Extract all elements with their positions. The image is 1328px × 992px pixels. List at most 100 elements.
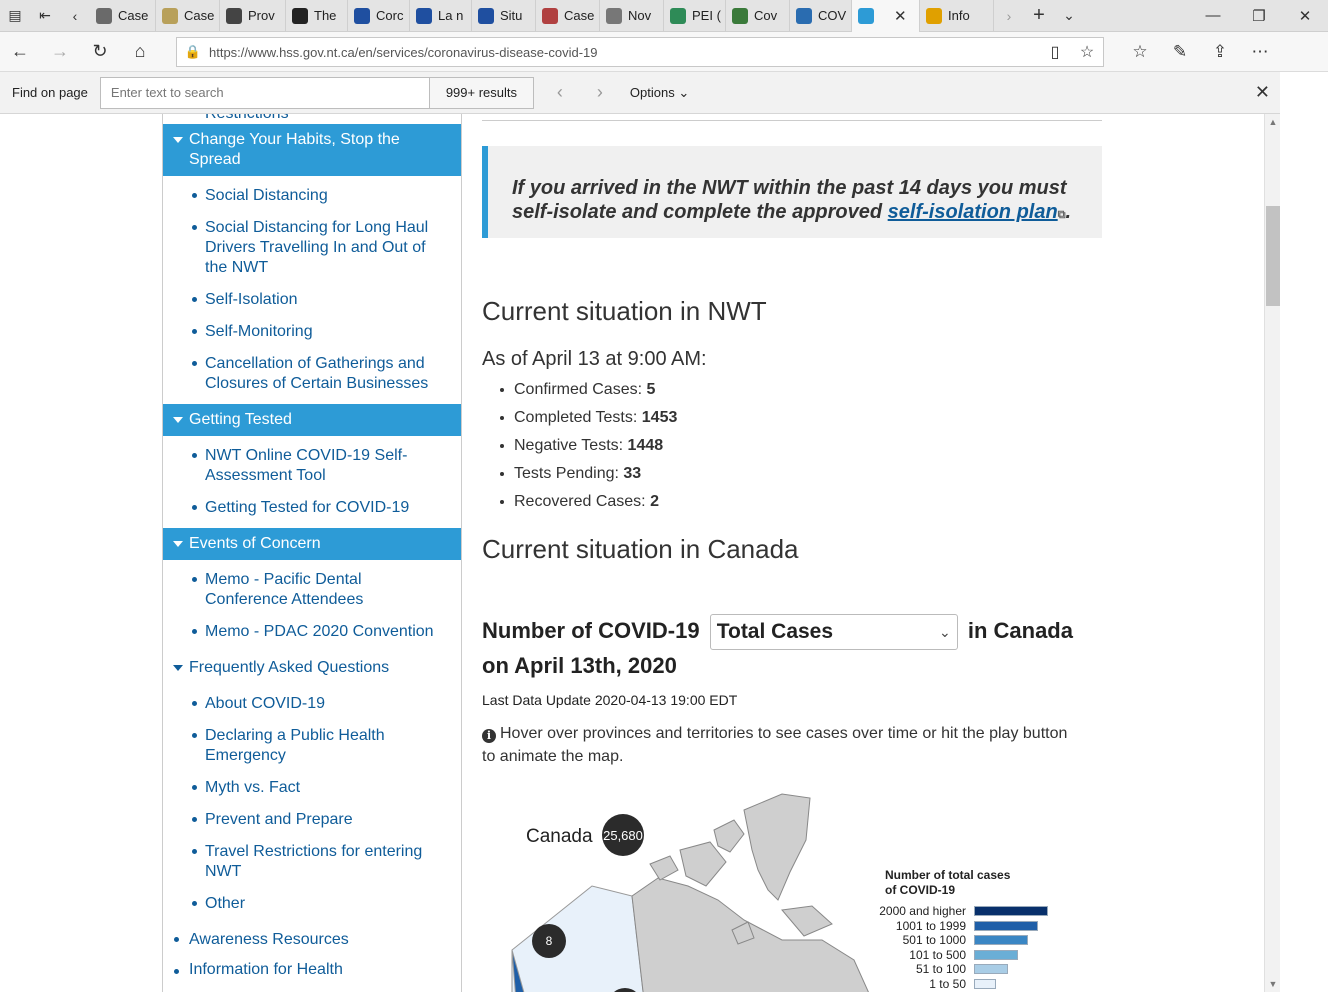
browser-tab[interactable]: ✕ (852, 0, 920, 32)
legend-row: 101 to 500 (878, 948, 1078, 963)
sidebar-item[interactable]: Cancellation of Gatherings and Closures … (163, 348, 461, 400)
tab-favicon-icon (226, 7, 242, 24)
stat-label: Negative Tests: (514, 437, 628, 454)
pen-notes-icon[interactable]: ✎ (1160, 32, 1200, 72)
sidebar-item-awareness-resources[interactable]: Awareness Resources (163, 924, 461, 956)
stat-label: Recovered Cases: (514, 493, 651, 510)
browser-tab[interactable]: PEI ( (664, 0, 726, 32)
scrollbar-thumb[interactable] (1266, 206, 1280, 306)
url-text[interactable]: https://www.hss.gov.nt.ca/en/services/co… (209, 45, 1039, 60)
legend-row: 1 to 50 (878, 977, 1078, 992)
browser-tab[interactable]: Case (156, 0, 220, 32)
browser-tab[interactable]: The (286, 0, 348, 32)
legend-swatch (974, 935, 1028, 946)
browser-tab[interactable]: La n (410, 0, 472, 32)
find-options-button[interactable]: Options ⌄ (630, 85, 689, 101)
sidebar-item[interactable]: Social Distancing (163, 180, 461, 212)
legend-label: 1001 to 1999 (895, 918, 966, 933)
tab-favicon-icon (926, 7, 942, 24)
more-menu-icon[interactable]: ⋯ (1240, 32, 1280, 72)
legend-title: Number of total cases of COVID-19 (885, 868, 1011, 897)
tab-label: Prov (248, 8, 275, 23)
stat-value: 5 (646, 381, 656, 398)
tab-favicon-icon (670, 7, 686, 24)
nwt-heading: Current situation in NWT (482, 296, 767, 326)
browser-tab[interactable]: Prov (220, 0, 286, 32)
address-field[interactable]: 🔒 https://www.hss.gov.nt.ca/en/services/… (176, 37, 1104, 67)
browser-tab[interactable]: Cov (726, 0, 790, 32)
tab-preview-toggle-icon[interactable]: ⌄ (1054, 0, 1084, 32)
sidebar-item[interactable]: Myth vs. Fact (163, 772, 461, 804)
refresh-icon[interactable]: ↻ (80, 32, 120, 72)
map-legend: Number of total cases of COVID-19 2000 a… (878, 868, 1078, 991)
tab-favicon-icon (162, 7, 178, 24)
sidebar-item[interactable]: Memo - PDAC 2020 Convention (163, 616, 461, 648)
set-tabs-aside-icon[interactable]: ⇤ (30, 0, 60, 32)
share-icon[interactable]: ⇪ (1200, 32, 1240, 72)
sidebar-section-header[interactable]: Change Your Habits, Stop the Spread (163, 124, 461, 176)
sidebar-item-clipped-top[interactable]: Restrictions (163, 114, 461, 124)
browser-tab[interactable]: Info (920, 0, 994, 32)
favorite-star-icon[interactable]: ☆ (1071, 42, 1103, 62)
sidebar-item[interactable]: Prevent and Prepare (163, 804, 461, 836)
stat-label: Tests Pending: (514, 465, 624, 482)
sidebar-sublist: NWT Online COVID-19 Self-Assessment Tool… (163, 436, 461, 528)
browser-tab[interactable]: Case (90, 0, 156, 32)
browser-tab[interactable]: COV (790, 0, 852, 32)
minimize-icon[interactable]: — (1190, 0, 1236, 32)
canada-cases-map[interactable]: Canada 25,680 8 Number of total cases of… (482, 790, 1082, 992)
page-scrollbar[interactable]: ▲ ▼ (1264, 114, 1280, 992)
case-type-selected[interactable]: Total Cases (717, 616, 833, 648)
sidebar-item[interactable]: Self-Isolation (163, 284, 461, 316)
scroll-down-arrow-icon[interactable]: ▼ (1265, 976, 1281, 992)
sidebar-item[interactable]: NWT Online COVID-19 Self-Assessment Tool (163, 440, 461, 492)
find-search-input[interactable]: Enter text to search (99, 76, 430, 109)
find-options-label: Options (629, 84, 675, 100)
scroll-up-arrow-icon[interactable]: ▲ (1265, 114, 1281, 130)
sidebar-item[interactable]: About COVID-19 (163, 688, 461, 720)
sidebar-item[interactable]: Memo - Pacific Dental Conference Attende… (163, 564, 461, 616)
find-close-icon[interactable]: ✕ (1255, 82, 1270, 103)
browser-tab[interactable]: Case (536, 0, 600, 32)
sidebar-item[interactable]: Travel Restrictions for entering NWT (163, 836, 461, 888)
scroll-tabs-left-icon[interactable]: ‹ (60, 0, 90, 32)
nwt-cases-bubble[interactable]: 8 (532, 924, 566, 958)
map-hint-text: Hover over provinces and territories to … (482, 725, 1068, 765)
sidebar-section-header[interactable]: Getting Tested (163, 404, 461, 436)
tab-label: Cov (754, 8, 778, 23)
sidebar-item[interactable]: Getting Tested for COVID-19 (163, 492, 461, 524)
legend-swatch (974, 920, 1038, 931)
tab-manager-icon[interactable]: ▤ (0, 0, 30, 32)
find-next-icon[interactable]: › (580, 82, 620, 103)
canada-total-bubble[interactable]: 25,680 (602, 814, 644, 856)
sidebar-item[interactable]: Other (163, 888, 461, 920)
home-icon[interactable]: ⌂ (120, 32, 160, 72)
sidebar-item[interactable]: Declaring a Public Health Emergency (163, 720, 461, 772)
new-tab-icon[interactable]: + (1024, 0, 1054, 32)
restore-icon[interactable]: ❐ (1236, 0, 1282, 32)
browser-tab[interactable]: Situ (472, 0, 536, 32)
sidebar-item[interactable]: Self-Monitoring (163, 316, 461, 348)
find-previous-icon[interactable]: ‹ (540, 82, 580, 103)
favorites-list-icon[interactable]: ☆ (1120, 32, 1160, 72)
sidebar-section-header[interactable]: Frequently Asked Questions (163, 652, 461, 684)
nwt-stat-item: Confirmed Cases: 5 (500, 376, 677, 404)
browser-tab[interactable]: Nov (600, 0, 664, 32)
reading-view-icon[interactable]: ▯ (1039, 42, 1071, 62)
lock-icon[interactable]: 🔒 (177, 44, 209, 60)
tab-close-icon[interactable]: ✕ (894, 7, 907, 25)
sidebar-item-clipped-bottom[interactable]: Information for Health (163, 956, 461, 976)
browser-tab[interactable]: Corc (348, 0, 410, 32)
sidebar-item[interactable]: Social Distancing for Long Haul Drivers … (163, 212, 461, 284)
scroll-tabs-right-icon[interactable]: › (994, 0, 1024, 32)
stat-value: 1448 (627, 437, 664, 454)
self-isolation-plan-link[interactable]: self-isolation plan (888, 201, 1058, 223)
case-type-select[interactable]: Total Cases ⌄ (709, 614, 958, 650)
window-close-icon[interactable]: ✕ (1282, 0, 1328, 32)
sidebar-section-header[interactable]: Events of Concern (163, 528, 461, 560)
covid-heading-date: on April 13th, 2020 (482, 653, 677, 678)
back-icon[interactable]: ← (0, 32, 40, 72)
forward-icon[interactable]: → (40, 32, 80, 72)
stat-value: 1453 (641, 409, 678, 426)
tab-favicon-icon (354, 7, 370, 24)
